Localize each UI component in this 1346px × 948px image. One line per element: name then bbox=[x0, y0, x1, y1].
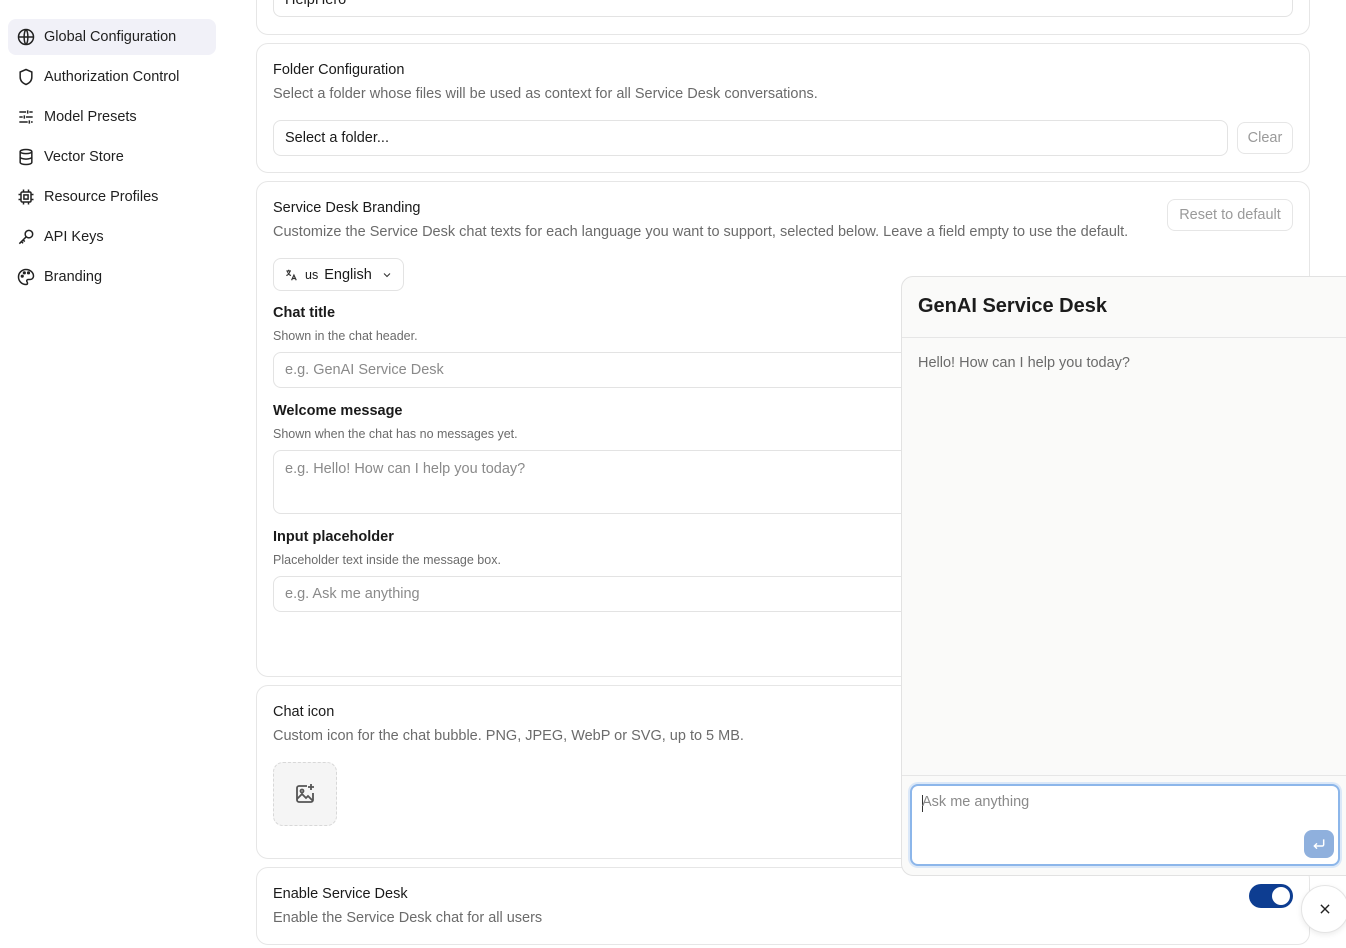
folder-configuration-card: Folder Configuration Select a folder who… bbox=[256, 43, 1310, 173]
enter-icon bbox=[1313, 839, 1325, 850]
chat-title-placeholder: e.g. GenAI Service Desk bbox=[285, 362, 444, 378]
folder-select-placeholder: Select a folder... bbox=[285, 130, 389, 146]
chat-icon-upload[interactable] bbox=[273, 762, 337, 826]
sidebar-item-vector-store[interactable]: Vector Store bbox=[8, 139, 216, 175]
sidebar-item-global-configuration[interactable]: Global Configuration bbox=[8, 19, 216, 55]
branding-title: Service Desk Branding bbox=[273, 200, 421, 216]
close-icon bbox=[1320, 904, 1330, 914]
input-placeholder-placeholder: e.g. Ask me anything bbox=[285, 586, 420, 602]
bot-name-value: HelpHero bbox=[285, 0, 347, 8]
key-icon bbox=[18, 229, 34, 245]
database-icon bbox=[19, 148, 33, 166]
chat-icon-title: Chat icon bbox=[273, 704, 335, 720]
send-button[interactable] bbox=[1304, 830, 1334, 858]
chat-footer: Ask me anything bbox=[902, 775, 1346, 875]
enable-description: Enable the Service Desk chat for all use… bbox=[273, 910, 543, 926]
language-select[interactable]: us English bbox=[273, 258, 404, 291]
sidebar-item-label: Model Presets bbox=[44, 109, 137, 125]
close-chat-button[interactable] bbox=[1301, 885, 1346, 933]
sidebar-item-api-keys[interactable]: API Keys bbox=[8, 219, 216, 255]
sidebar-item-authorization-control[interactable]: Authorization Control bbox=[8, 59, 216, 95]
shield-icon bbox=[19, 68, 33, 86]
sidebar-item-label: Global Configuration bbox=[44, 29, 177, 45]
bot-name-card: HelpHero bbox=[256, 0, 1310, 35]
folder-select[interactable]: Select a folder... bbox=[273, 120, 1228, 156]
sidebar-item-label: Vector Store bbox=[44, 149, 124, 165]
welcome-message-label: Welcome message bbox=[273, 403, 403, 419]
folder-config-description: Select a folder whose files will be used… bbox=[273, 86, 818, 102]
chip-icon bbox=[18, 189, 34, 205]
chat-welcome-message: Hello! How can I help you today? bbox=[918, 355, 1130, 371]
sidebar-item-resource-profiles[interactable]: Resource Profiles bbox=[8, 179, 216, 215]
welcome-message-placeholder: e.g. Hello! How can I help you today? bbox=[285, 461, 526, 477]
sidebar-item-label: Branding bbox=[44, 269, 103, 285]
chat-header: GenAI Service Desk bbox=[902, 277, 1346, 338]
sidebar-item-branding[interactable]: Branding bbox=[8, 259, 216, 295]
enable-service-desk-toggle[interactable] bbox=[1249, 884, 1293, 908]
sidebar-item-label: Authorization Control bbox=[44, 69, 180, 85]
chat-title: GenAI Service Desk bbox=[918, 295, 1107, 317]
clear-button[interactable]: Clear bbox=[1237, 122, 1293, 154]
branding-description: Customize the Service Desk chat texts fo… bbox=[273, 224, 1129, 240]
image-plus-icon bbox=[296, 784, 314, 803]
chat-input-placeholder: Ask me anything bbox=[922, 794, 1030, 810]
sliders-icon bbox=[19, 110, 33, 124]
input-placeholder-label: Input placeholder bbox=[273, 529, 394, 545]
chat-message-input[interactable]: Ask me anything bbox=[910, 784, 1340, 866]
palette-icon bbox=[17, 268, 35, 286]
chat-icon-description: Custom icon for the chat bubble. PNG, JP… bbox=[273, 728, 744, 744]
input-placeholder-hint: Placeholder text inside the message box. bbox=[273, 553, 501, 567]
chat-title-hint: Shown in the chat header. bbox=[273, 329, 418, 343]
sidebar-item-label: API Keys bbox=[44, 229, 104, 245]
translate-icon bbox=[286, 269, 297, 280]
folder-config-title: Folder Configuration bbox=[273, 62, 405, 78]
toggle-knob bbox=[1272, 887, 1290, 905]
globe-icon bbox=[17, 28, 35, 46]
enable-service-desk-card: Enable Service Desk Enable the Service D… bbox=[256, 867, 1310, 945]
sidebar-item-model-presets[interactable]: Model Presets bbox=[8, 99, 216, 135]
chat-preview-panel: GenAI Service Desk Hello! How can I help… bbox=[901, 276, 1346, 876]
bot-name-input[interactable]: HelpHero bbox=[273, 0, 1293, 17]
sidebar-item-label: Resource Profiles bbox=[44, 189, 159, 205]
chat-title-label: Chat title bbox=[273, 305, 336, 321]
welcome-message-hint: Shown when the chat has no messages yet. bbox=[273, 427, 518, 441]
language-label: English bbox=[324, 266, 372, 283]
reset-to-default-button[interactable]: Reset to default bbox=[1167, 199, 1293, 231]
sidebar: Global Configuration Authorization Contr… bbox=[0, 0, 232, 948]
language-code: us bbox=[305, 267, 319, 282]
chevron-down-icon bbox=[383, 272, 391, 277]
enable-title: Enable Service Desk bbox=[273, 886, 408, 902]
